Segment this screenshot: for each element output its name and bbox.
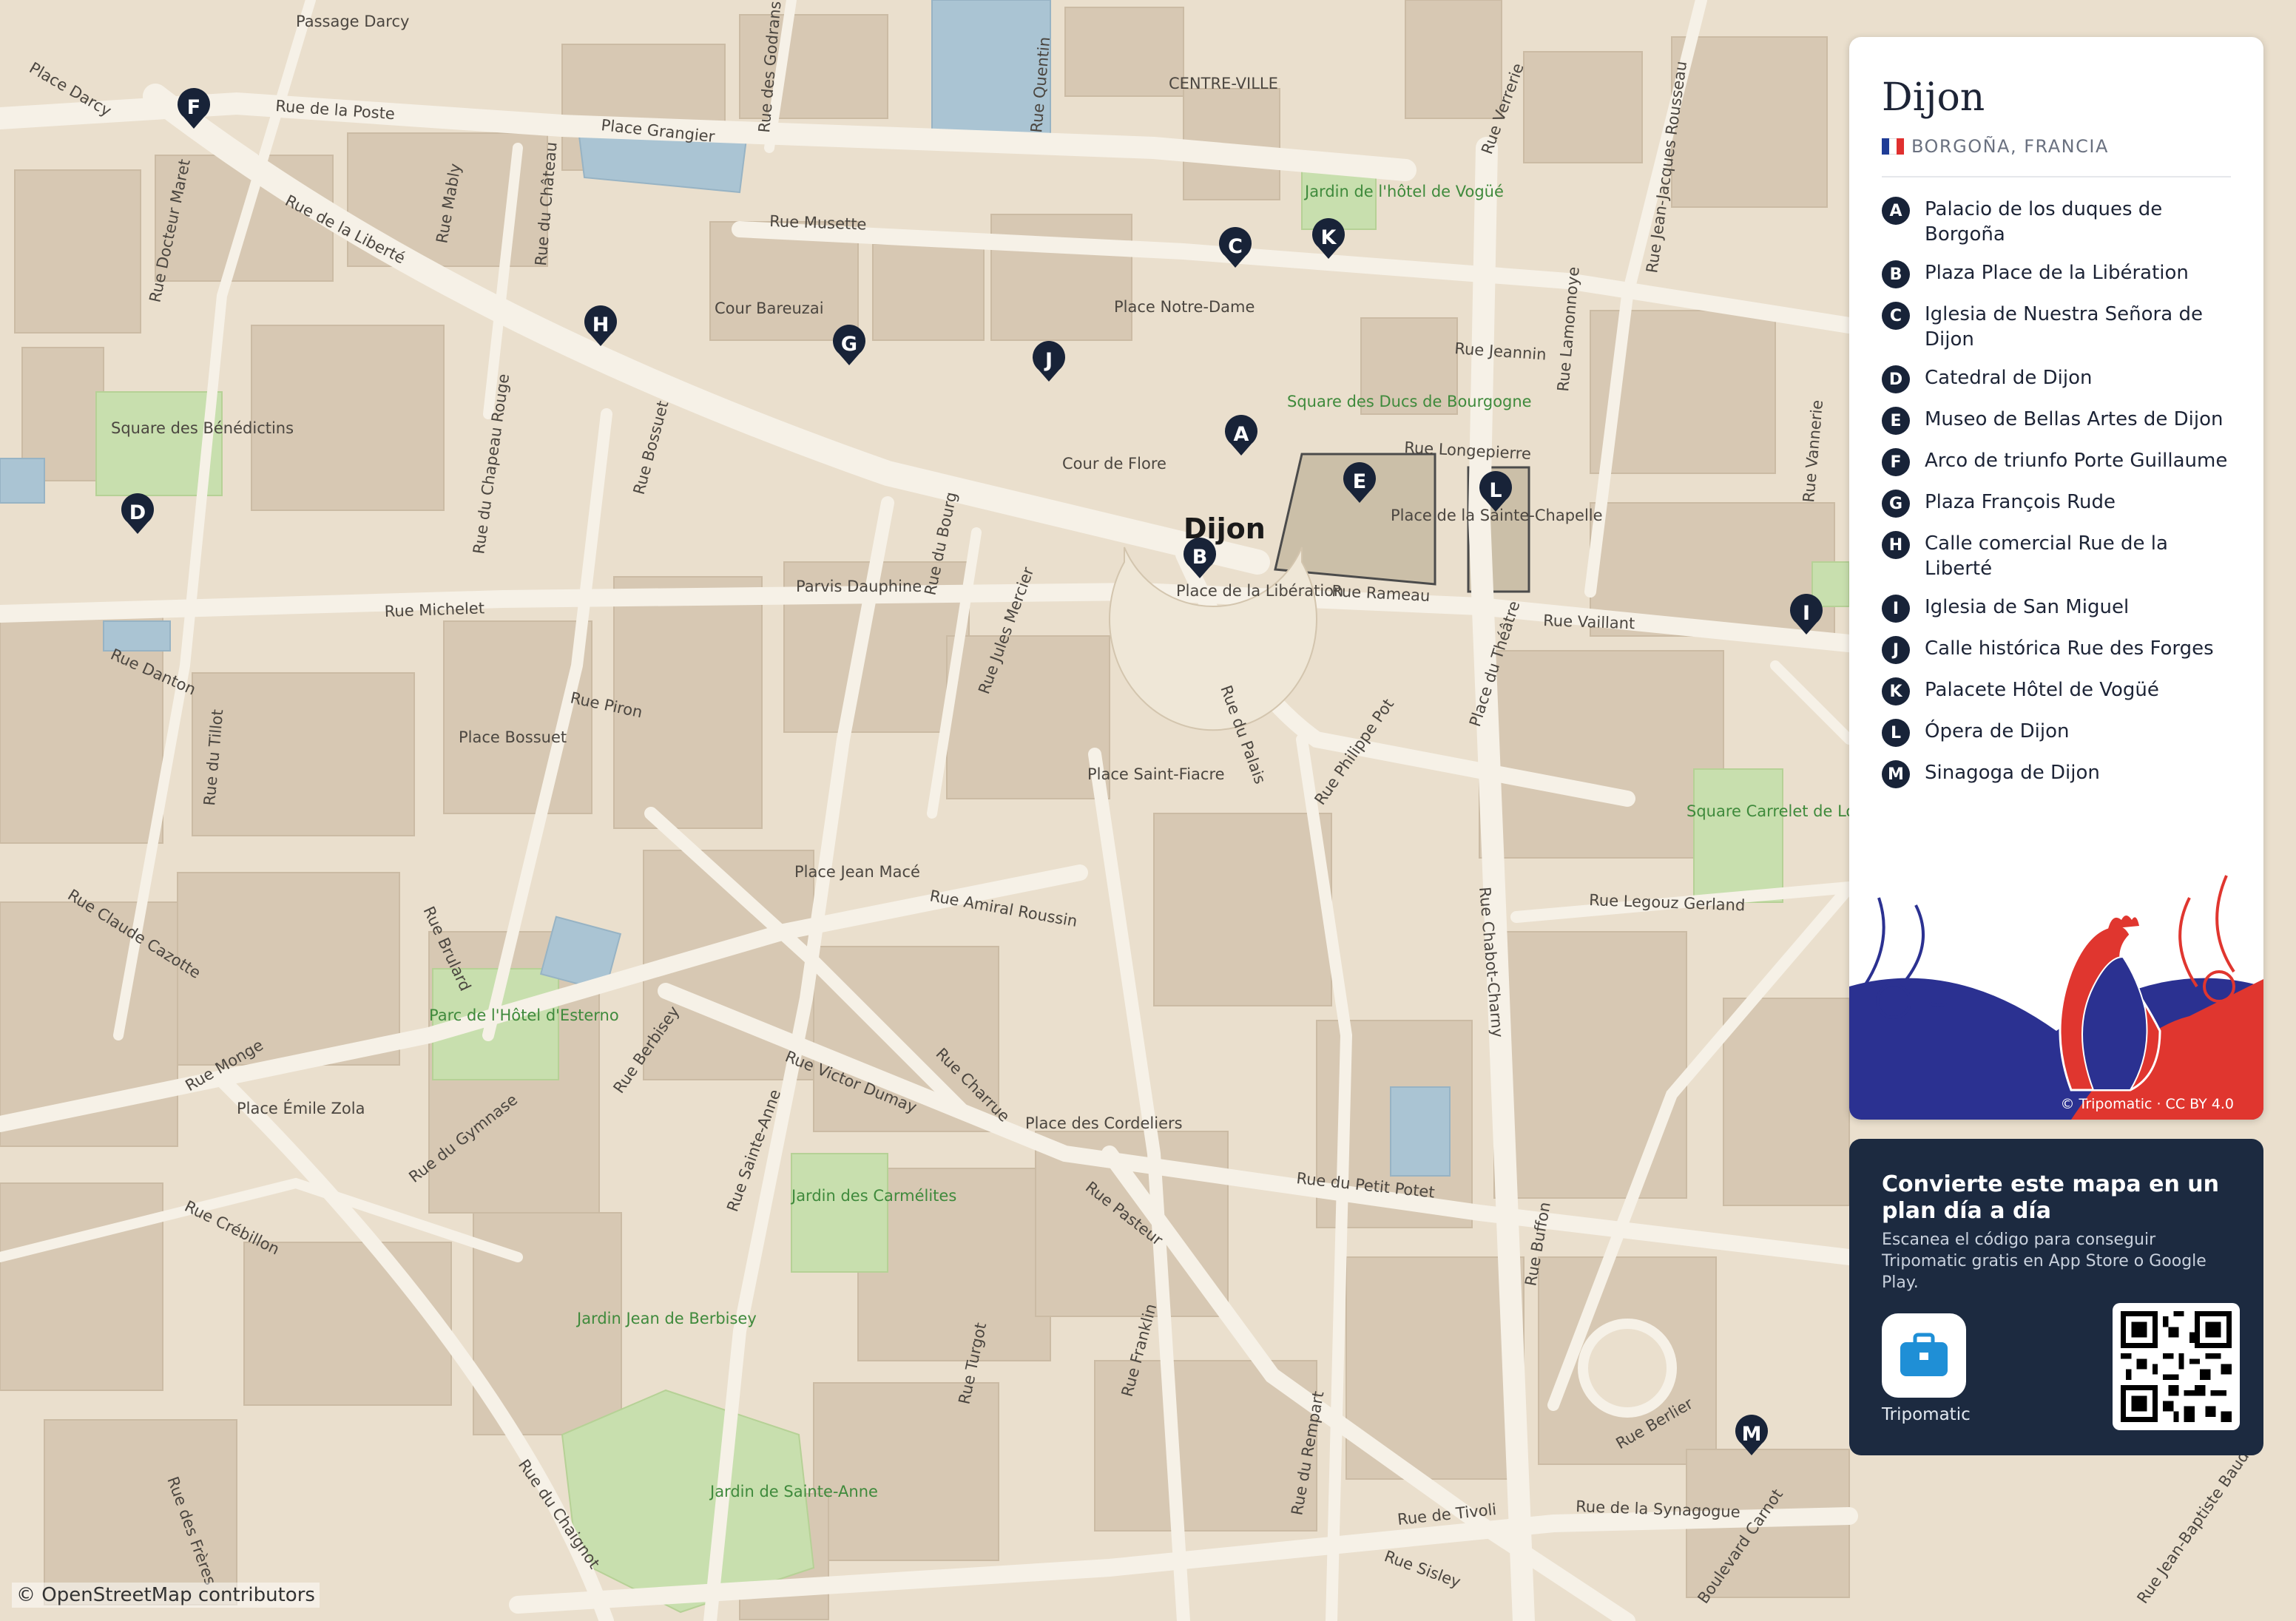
poi-letter-badge: M xyxy=(1882,760,1910,788)
square-label: Place Bossuet xyxy=(459,728,567,746)
poi-name: Museo de Bellas Artes de Dijon xyxy=(1925,408,2224,430)
street-label: Rue Musette xyxy=(769,212,867,234)
poi-name: Iglesia de San Miguel xyxy=(1925,596,2130,618)
poi-letter-badge: A xyxy=(1882,197,1910,225)
poi-item[interactable]: J Calle histórica Rue des Forges xyxy=(1882,636,2229,664)
poi-item[interactable]: K Palacete Hôtel de Vogüé xyxy=(1882,677,2229,705)
square-label: Place de la Libération xyxy=(1176,582,1343,600)
poi-item[interactable]: I Iglesia de San Miguel xyxy=(1882,595,2229,623)
poi-name: Palacio de los duques de Borgoña xyxy=(1925,198,2163,246)
district-label: CENTRE-VILLE xyxy=(1169,75,1278,92)
poi-name: Catedral de Dijon xyxy=(1925,367,2093,389)
svg-text:L: L xyxy=(1489,479,1502,502)
poi-name: Iglesia de Nuestra Señora de Dijon xyxy=(1925,303,2203,351)
svg-text:C: C xyxy=(1228,235,1243,258)
poi-letter-badge: K xyxy=(1882,677,1910,705)
poi-letter-badge: E xyxy=(1882,407,1910,435)
france-flag-icon xyxy=(1882,138,1904,155)
poi-item[interactable]: D Catedral de Dijon xyxy=(1882,365,2229,393)
svg-text:F: F xyxy=(187,96,200,119)
suitcase-icon xyxy=(1900,1333,1948,1376)
poi-item[interactable]: G Plaza François Rude xyxy=(1882,490,2229,518)
poi-name: Sinagoga de Dijon xyxy=(1925,762,2100,784)
svg-text:M: M xyxy=(1742,1423,1762,1446)
poi-letter-badge: D xyxy=(1882,365,1910,393)
svg-text:K: K xyxy=(1321,226,1337,249)
svg-text:D: D xyxy=(129,501,146,524)
poi-item[interactable]: C Iglesia de Nuestra Señora de Dijon xyxy=(1882,302,2229,352)
park-label: Parc de l'Hôtel d'Esterno xyxy=(429,1006,619,1024)
poi-letter-badge: F xyxy=(1882,448,1910,476)
poi-letter-badge: G xyxy=(1882,490,1910,518)
promo-description: Escanea el código para conseguir Tripoma… xyxy=(1882,1231,2206,1292)
square-label: Place Saint-Fiacre xyxy=(1087,765,1225,783)
park-label: Square Carrelet de Loisy xyxy=(1686,802,1877,820)
promo-title: Convierte este mapa en un plan día a día xyxy=(1882,1171,2219,1224)
poi-letter-badge: C xyxy=(1882,302,1910,330)
svg-text:B: B xyxy=(1192,546,1208,569)
panel-divider xyxy=(1882,176,2231,177)
park-label: Square des Bénédictins xyxy=(111,419,294,437)
park-label: Jardin de Sainte-Anne xyxy=(709,1483,878,1500)
poi-letter-badge: B xyxy=(1882,260,1910,288)
tripomatic-app-icon[interactable] xyxy=(1882,1313,1966,1398)
poi-letter-badge: J xyxy=(1882,636,1910,664)
poi-name: Ópera de Dijon xyxy=(1925,720,2070,742)
square-label: Place Jean Macé xyxy=(794,863,920,881)
poi-name: Plaza François Rude xyxy=(1925,491,2116,513)
svg-text:E: E xyxy=(1353,470,1366,493)
street-label: Passage Darcy xyxy=(296,13,409,30)
poi-item[interactable]: H Calle comercial Rue de la Liberté xyxy=(1882,531,2229,581)
park-label: Jardin Jean de Berbisey xyxy=(575,1310,757,1327)
poi-item[interactable]: E Museo de Bellas Artes de Dijon xyxy=(1882,407,2229,435)
poi-name: Plaza Place de la Libération xyxy=(1925,262,2189,284)
app-promo-card: Convierte este mapa en un plan día a día… xyxy=(1849,1139,2263,1455)
park-label: Jardin de l'hôtel de Vogüé xyxy=(1303,183,1504,200)
poi-name: Calle comercial Rue de la Liberté xyxy=(1925,532,2168,580)
legend-panel: Dijon BORGOÑA, FRANCIA A Palacio de los d… xyxy=(1849,37,2263,1120)
region-label: BORGOÑA, FRANCIA xyxy=(1911,136,2109,157)
qr-code[interactable] xyxy=(2113,1303,2240,1430)
street-label: Rue Michelet xyxy=(384,599,484,620)
panel-title: Dijon xyxy=(1882,75,1985,120)
square-label: Parvis Dauphine xyxy=(796,578,922,595)
park-label: Square des Ducs de Bourgogne xyxy=(1287,393,1532,410)
poi-list: A Palacio de los duques de Borgoña B Plaza… xyxy=(1882,197,2229,802)
poi-item[interactable]: M Sinagoga de Dijon xyxy=(1882,760,2229,788)
illustration-credit: © Tripomatic · CC BY 4.0 xyxy=(2060,1096,2234,1112)
svg-text:I: I xyxy=(1803,602,1810,625)
poi-item[interactable]: A Palacio de los duques de Borgoña xyxy=(1882,197,2229,247)
poi-name: Arco de triunfo Porte Guillaume xyxy=(1925,450,2228,472)
square-label: Place Notre-Dame xyxy=(1114,298,1255,316)
square-label: Cour Bareuzai xyxy=(715,300,824,317)
poi-name: Palacete Hôtel de Vogüé xyxy=(1925,679,2159,701)
park-label: Jardin des Carmélites xyxy=(790,1187,956,1205)
poi-letter-badge: H xyxy=(1882,531,1910,559)
region-subtitle: BORGOÑA, FRANCIA xyxy=(1882,136,2109,157)
square-label: Place Émile Zola xyxy=(237,1099,365,1117)
svg-text:G: G xyxy=(841,333,857,356)
square-label: Cour de Flore xyxy=(1062,455,1166,473)
square-label: Place des Cordeliers xyxy=(1025,1114,1183,1132)
poi-name: Calle histórica Rue des Forges xyxy=(1925,637,2214,660)
qr-code-icon xyxy=(2121,1311,2232,1422)
poi-item[interactable]: B Plaza Place de la Libération xyxy=(1882,260,2229,288)
poi-letter-badge: L xyxy=(1882,719,1910,747)
rooster-illustration xyxy=(1849,875,2263,1120)
poi-item[interactable]: F Arco de triunfo Porte Guillaume xyxy=(1882,448,2229,476)
app-name: Tripomatic xyxy=(1882,1405,1971,1424)
svg-text:A: A xyxy=(1234,423,1249,446)
svg-text:H: H xyxy=(592,314,610,336)
poi-letter-badge: I xyxy=(1882,595,1910,623)
svg-text:J: J xyxy=(1044,349,1053,372)
street-label: Rue Vaillant xyxy=(1543,612,1635,632)
map-attribution: © OpenStreetMap contributors xyxy=(12,1583,320,1608)
poi-item[interactable]: L Ópera de Dijon xyxy=(1882,719,2229,747)
